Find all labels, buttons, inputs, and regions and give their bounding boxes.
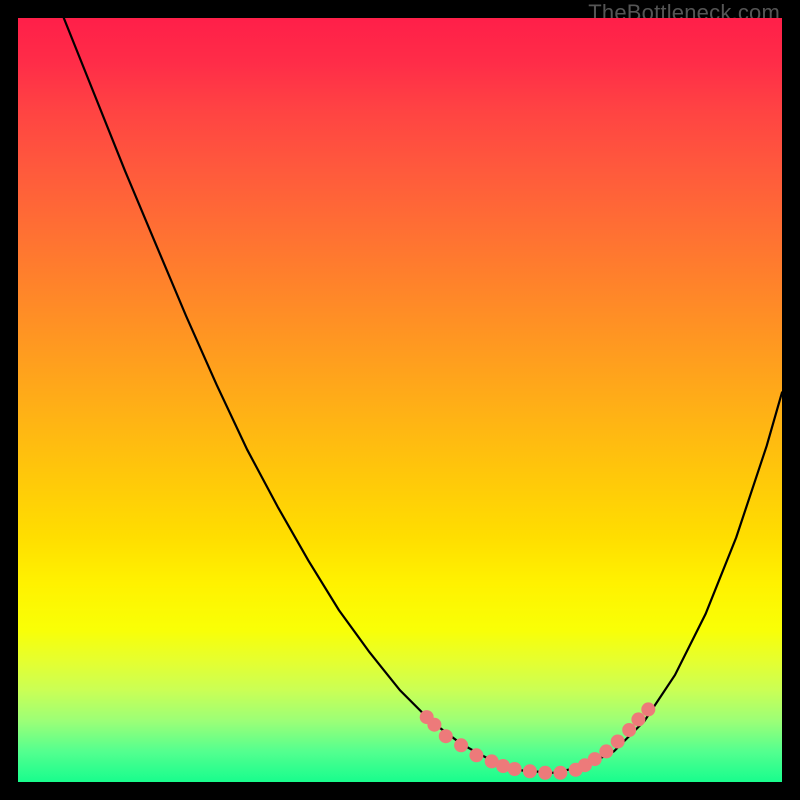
highlight-dot	[622, 723, 636, 737]
chart-container: TheBottleneck.com	[0, 0, 800, 800]
highlight-dot	[588, 752, 602, 766]
highlight-dot	[631, 712, 645, 726]
highlight-dot	[454, 738, 468, 752]
highlight-dot	[599, 744, 613, 758]
highlight-dot	[508, 762, 522, 776]
highlight-dot	[469, 748, 483, 762]
curve-svg	[18, 18, 782, 782]
highlight-dot	[611, 735, 625, 749]
highlight-dot	[641, 702, 655, 716]
highlight-dot	[553, 766, 567, 780]
plot-area	[18, 18, 782, 782]
highlight-dot	[538, 766, 552, 780]
highlight-dot	[523, 764, 537, 778]
bottleneck-curve	[64, 18, 782, 773]
highlight-dot	[427, 718, 441, 732]
highlight-dots	[420, 702, 656, 779]
highlight-dot	[439, 729, 453, 743]
